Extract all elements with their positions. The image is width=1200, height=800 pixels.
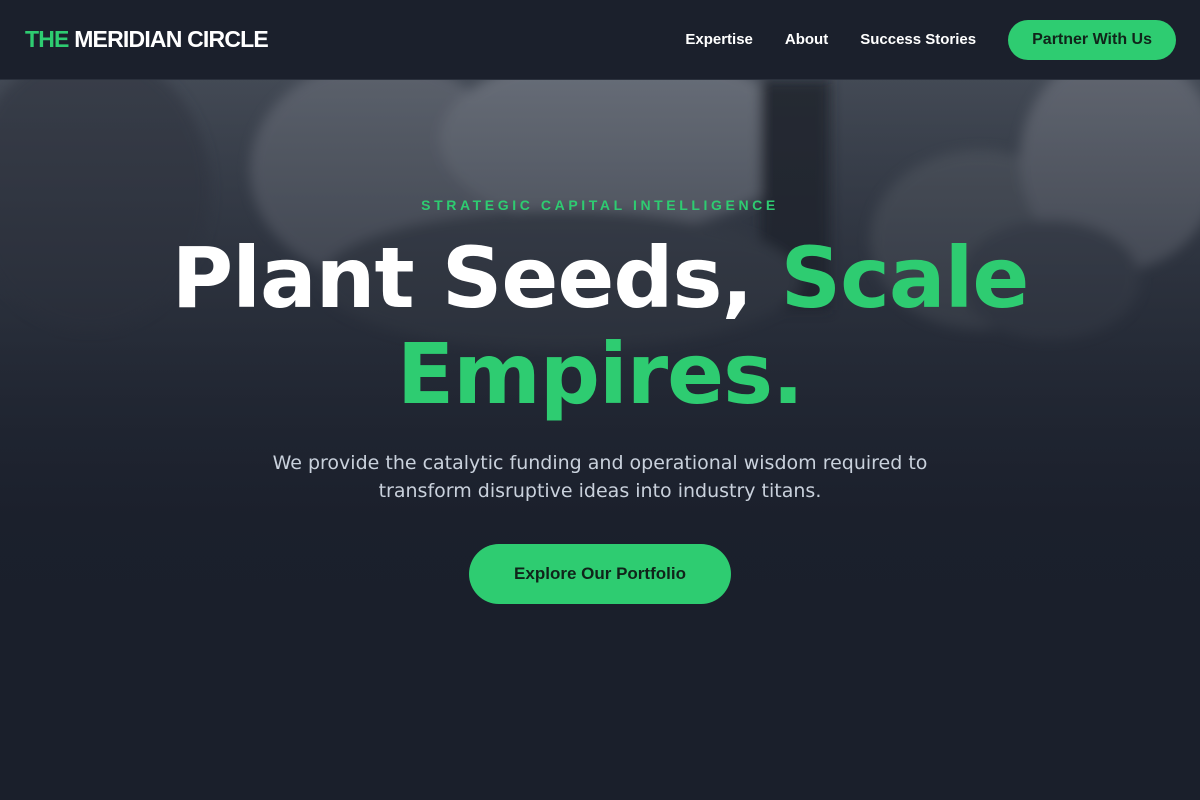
- nav-link-about[interactable]: About: [785, 31, 828, 48]
- partner-with-us-button[interactable]: Partner With Us: [1008, 19, 1176, 60]
- logo-accent-text: THE: [25, 26, 69, 52]
- main-nav: Expertise About Success Stories Partner …: [685, 19, 1176, 60]
- nav-link-success-stories[interactable]: Success Stories: [860, 31, 976, 48]
- hero-eyebrow: STRATEGIC CAPITAL INTELLIGENCE: [421, 197, 779, 213]
- nav-link-expertise[interactable]: Expertise: [685, 31, 753, 48]
- hero-subtext-line-1: We provide the catalytic funding and ope…: [272, 452, 928, 474]
- explore-portfolio-button[interactable]: Explore Our Portfolio: [469, 544, 731, 604]
- hero-section: STRATEGIC CAPITAL INTELLIGENCE Plant See…: [0, 80, 1200, 800]
- logo[interactable]: THE MERIDIAN CIRCLE: [25, 26, 269, 53]
- headline-part-2: Scale: [780, 229, 1030, 327]
- hero-subtext: We provide the catalytic funding and ope…: [270, 449, 930, 505]
- headline-part-3: Empires.: [396, 325, 804, 423]
- hero-subtext-line-2: transform disruptive ideas into industry…: [378, 480, 822, 502]
- headline-part-1: Plant Seeds,: [171, 229, 754, 327]
- logo-main-text: MERIDIAN CIRCLE: [74, 26, 269, 52]
- hero-overlay: [0, 80, 1200, 800]
- hero-headline: Plant Seeds, Scale Empires.: [0, 230, 1200, 422]
- site-header: THE MERIDIAN CIRCLE Expertise About Succ…: [0, 0, 1200, 80]
